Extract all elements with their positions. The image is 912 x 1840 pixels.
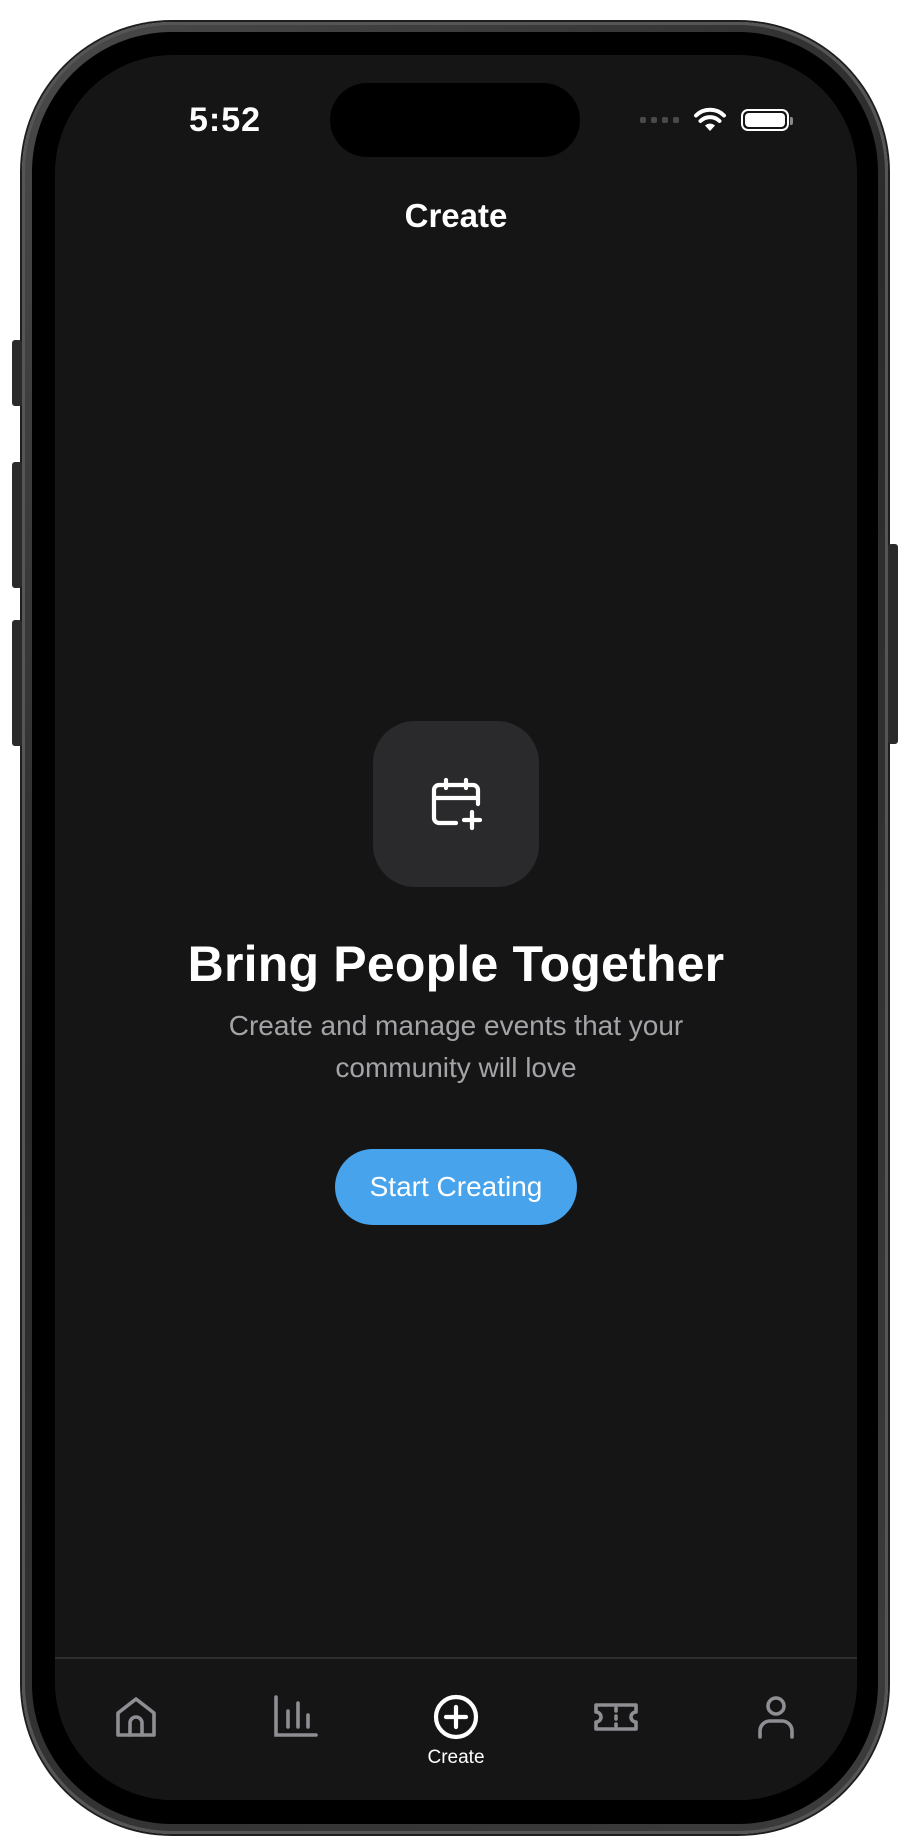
tab-tickets[interactable]: [566, 1693, 666, 1773]
plus-circle-icon: [433, 1694, 479, 1740]
create-event-icon-tile: [373, 721, 539, 887]
home-icon: [116, 1697, 156, 1737]
tab-profile[interactable]: [726, 1693, 826, 1773]
bar-chart-icon: [274, 1695, 318, 1737]
calendar-plus-icon: [431, 777, 483, 831]
power-button: [888, 544, 898, 744]
start-creating-button[interactable]: Start Creating: [335, 1149, 577, 1225]
tab-bar: Create: [55, 1657, 857, 1800]
wifi-icon: [694, 107, 726, 131]
empty-state-headline: Bring People Together: [187, 936, 725, 992]
cellular-signal-icon: [640, 117, 679, 123]
status-icons: [640, 107, 793, 133]
tab-home[interactable]: [86, 1693, 186, 1773]
volume-down-button: [12, 620, 22, 746]
dynamic-island: [330, 83, 580, 157]
app-screen: 5:52 Create Bring People Together Create…: [55, 55, 857, 1800]
tab-create[interactable]: Create: [406, 1693, 506, 1773]
page-title: Create: [404, 197, 508, 234]
battery-icon: [741, 109, 793, 131]
empty-state-description: Create and manage events that your commu…: [228, 1010, 684, 1083]
user-icon: [758, 1696, 794, 1739]
tab-create-label: Create: [427, 1747, 485, 1768]
volume-up-button: [12, 462, 22, 588]
ticket-icon: [594, 1703, 638, 1731]
tab-stats[interactable]: [246, 1693, 346, 1773]
status-time: 5:52: [188, 101, 262, 139]
mute-switch: [12, 340, 22, 406]
